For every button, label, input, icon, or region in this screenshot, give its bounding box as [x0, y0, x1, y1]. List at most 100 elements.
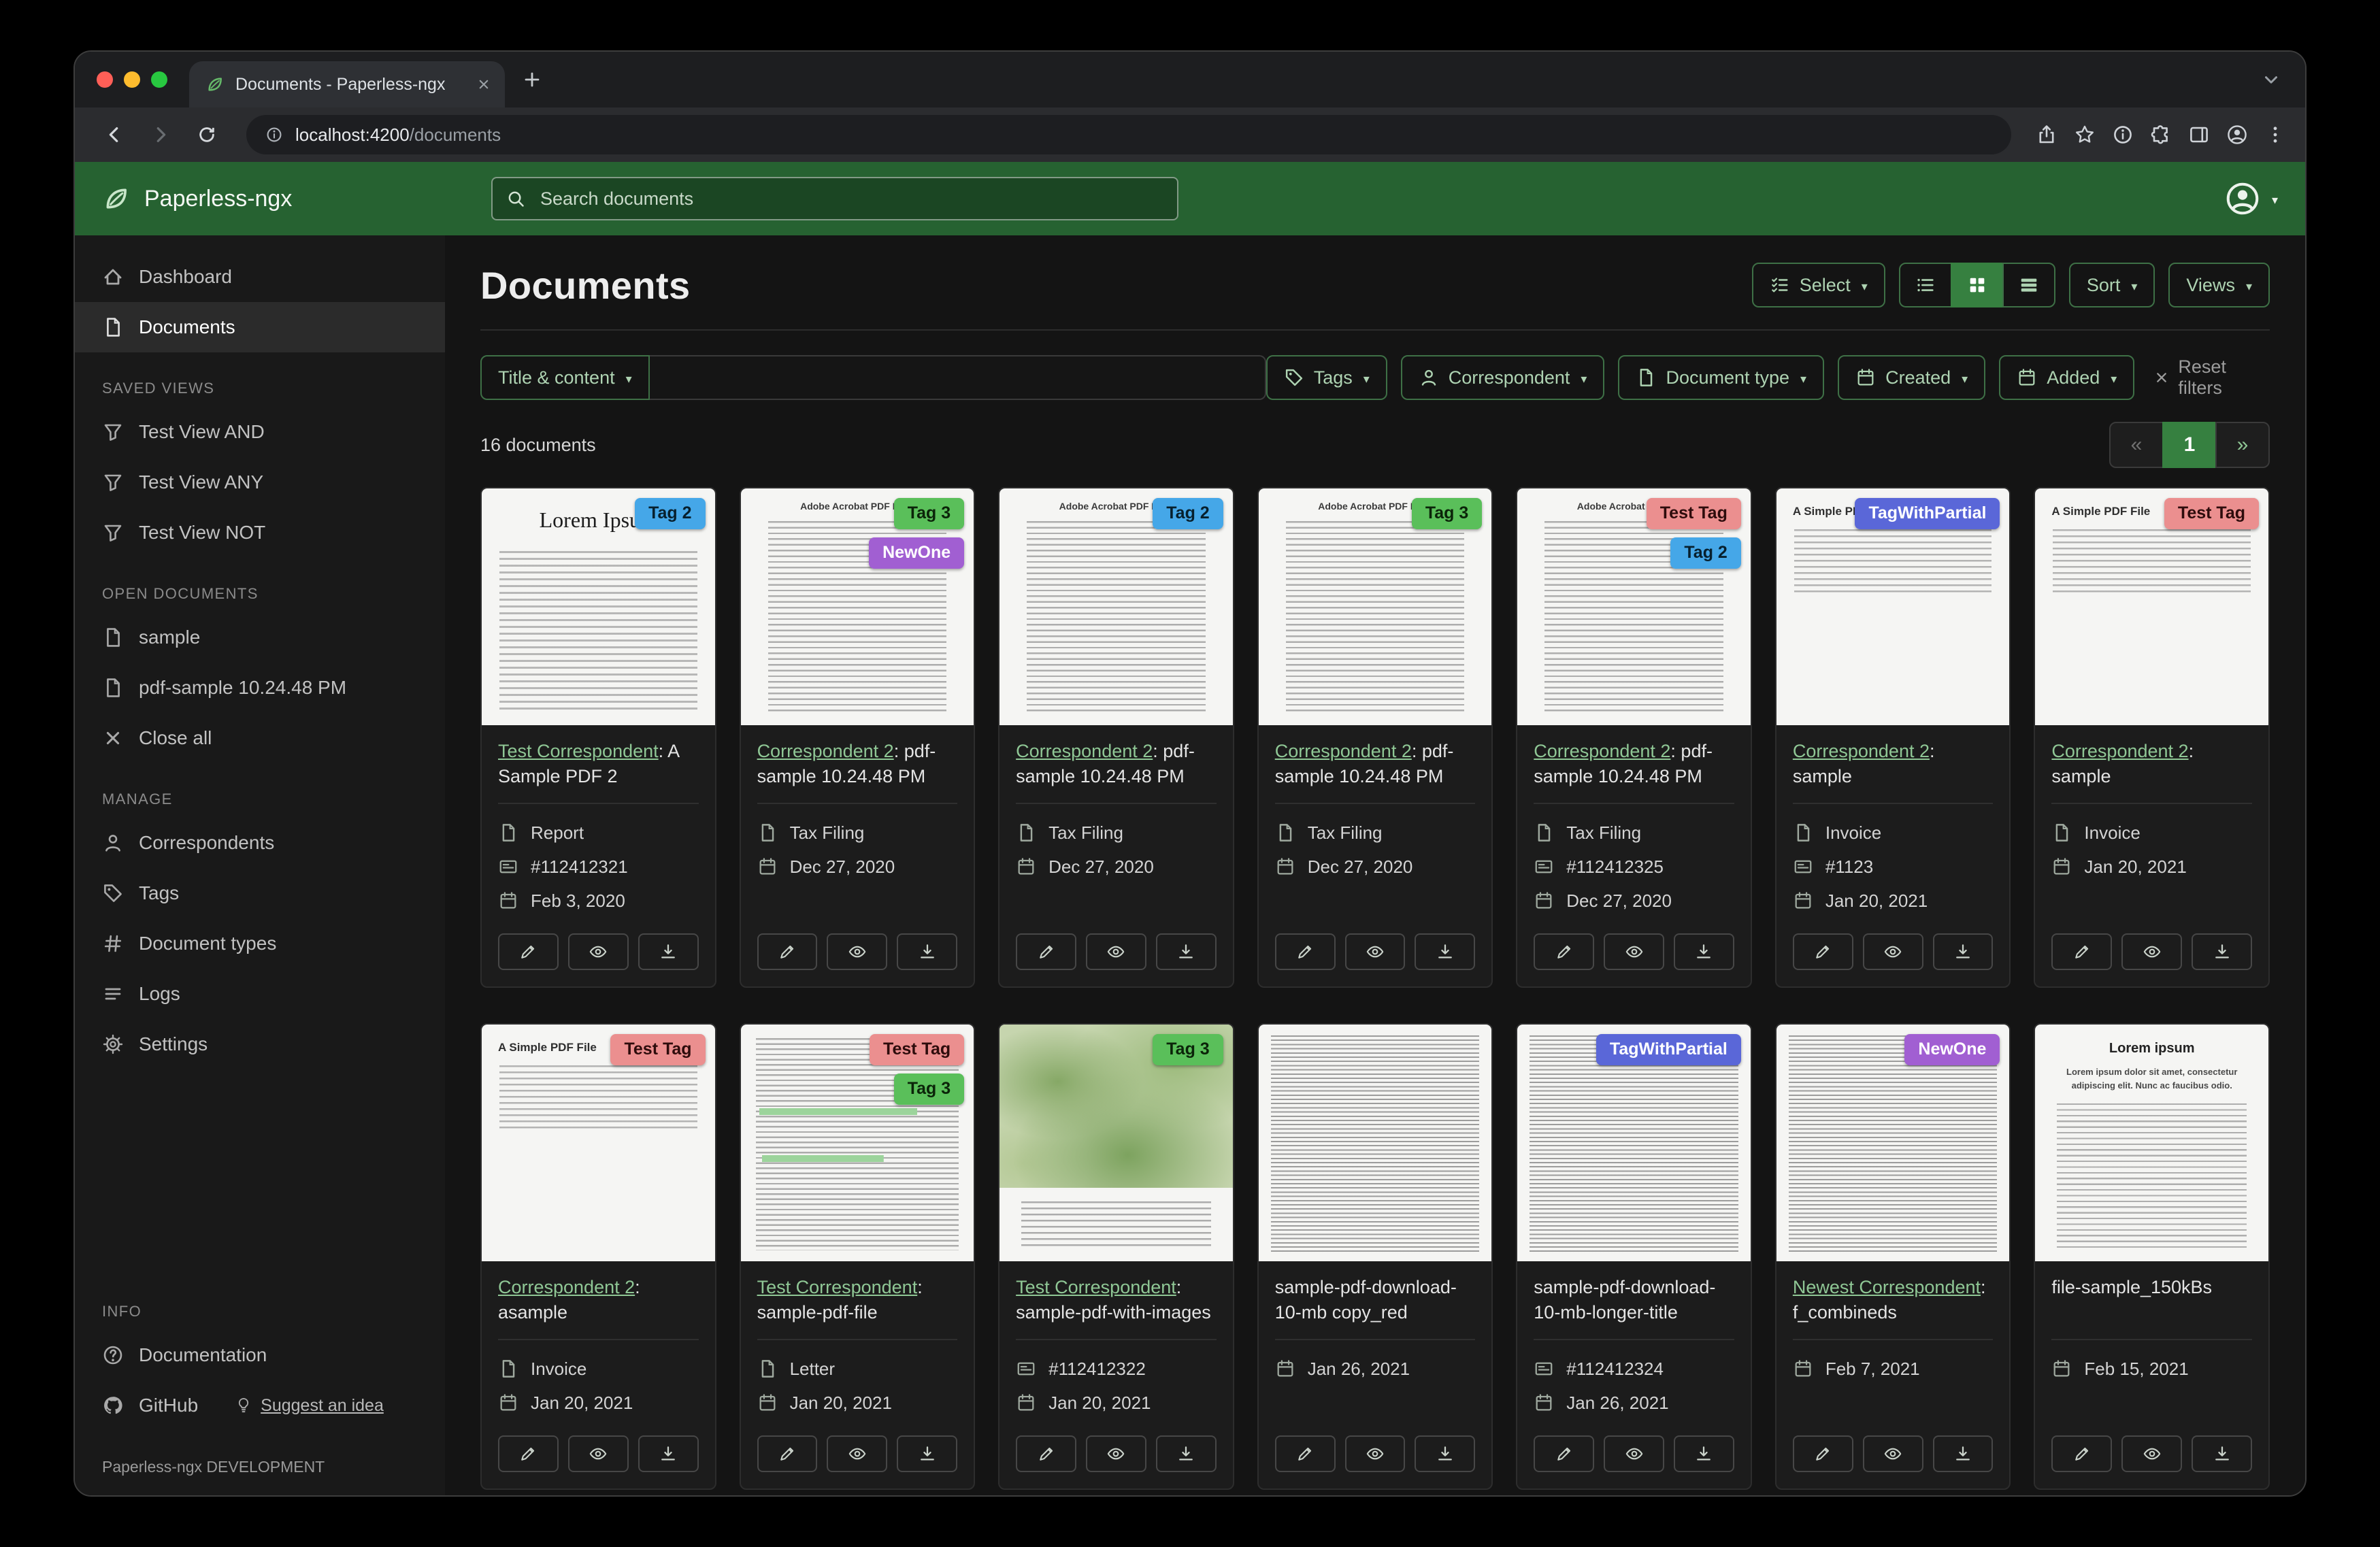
- edit-button[interactable]: [498, 1435, 559, 1472]
- select-button[interactable]: Select ▾: [1752, 263, 1885, 307]
- global-search-input[interactable]: [538, 187, 1163, 211]
- sidebar-item-document-types[interactable]: Document types: [75, 918, 445, 969]
- download-button[interactable]: [1933, 1435, 1994, 1472]
- preview-button[interactable]: [827, 933, 887, 970]
- correspondent-link[interactable]: Test Correspondent: [498, 741, 659, 761]
- views-button[interactable]: Views ▾: [2168, 263, 2270, 307]
- download-button[interactable]: [2192, 1435, 2252, 1472]
- menu-kebab-icon[interactable]: [2264, 124, 2286, 146]
- filter-field-button[interactable]: Title & content ▾: [480, 355, 650, 400]
- extensions-puzzle-icon[interactable]: [2150, 124, 2172, 146]
- preview-button[interactable]: [2121, 933, 2182, 970]
- tag-badge[interactable]: Tag 2: [1153, 498, 1223, 529]
- document-thumbnail[interactable]: Adobe Acrobat PDF FilesTag 3: [1259, 488, 1492, 725]
- sidebar-item-close-all[interactable]: Close all: [75, 713, 445, 763]
- download-button[interactable]: [897, 933, 957, 970]
- tab-close-button[interactable]: [476, 77, 491, 92]
- filter-created-button[interactable]: Created▾: [1838, 355, 1985, 400]
- sidebar-item-sample[interactable]: sample: [75, 612, 445, 663]
- pagination-next-button[interactable]: »: [2215, 422, 2270, 468]
- download-button[interactable]: [1156, 1435, 1217, 1472]
- document-thumbnail[interactable]: [1259, 1025, 1492, 1261]
- download-button[interactable]: [897, 1435, 957, 1472]
- filter-tags-button[interactable]: Tags▾: [1266, 355, 1387, 400]
- filter-added-button[interactable]: Added▾: [1999, 355, 2134, 400]
- bookmark-star-icon[interactable]: [2074, 124, 2096, 146]
- profile-avatar-icon[interactable]: [2226, 124, 2248, 146]
- edit-button[interactable]: [757, 933, 818, 970]
- correspondent-link[interactable]: Correspondent 2: [1016, 741, 1153, 761]
- reload-button[interactable]: [186, 114, 227, 155]
- download-button[interactable]: [1415, 933, 1475, 970]
- document-thumbnail[interactable]: Test Tag Tag 3: [741, 1025, 974, 1261]
- title-content-filter-input[interactable]: [650, 355, 1266, 400]
- document-thumbnail[interactable]: Adobe Acrobat PDF FilesTest TagTag 2: [1517, 488, 1751, 725]
- download-button[interactable]: [2192, 933, 2252, 970]
- edit-button[interactable]: [1016, 1435, 1076, 1472]
- preview-button[interactable]: [2121, 1435, 2182, 1472]
- edit-button[interactable]: [2051, 933, 2112, 970]
- app-brand[interactable]: Paperless-ngx: [75, 184, 445, 213]
- download-button[interactable]: [638, 933, 699, 970]
- tab-search-chevron-button[interactable]: [2253, 62, 2289, 97]
- document-thumbnail[interactable]: Lorem IpsumTag 2: [482, 488, 715, 725]
- tag-badge[interactable]: Test Tag: [870, 1034, 964, 1065]
- sidebar-item-github[interactable]: GitHubSuggest an idea: [75, 1380, 445, 1431]
- tag-badge[interactable]: Tag 3: [894, 498, 964, 529]
- preview-button[interactable]: [1604, 933, 1664, 970]
- tag-badge[interactable]: Tag 3: [1153, 1034, 1223, 1065]
- edit-button[interactable]: [1016, 933, 1076, 970]
- edit-button[interactable]: [1534, 1435, 1594, 1472]
- window-close-button[interactable]: [97, 71, 113, 88]
- detail-view-button[interactable]: [2002, 263, 2055, 307]
- filter-correspondent-button[interactable]: Correspondent▾: [1401, 355, 1605, 400]
- list-view-button[interactable]: [1899, 263, 1952, 307]
- share-icon[interactable]: [2036, 124, 2057, 146]
- preview-button[interactable]: [827, 1435, 887, 1472]
- sidebar-item-pdf-sample-10-24-48-pm[interactable]: pdf-sample 10.24.48 PM: [75, 663, 445, 713]
- download-button[interactable]: [1674, 1435, 1734, 1472]
- tag-badge[interactable]: Tag 3: [894, 1074, 964, 1105]
- sidebar-item-logs[interactable]: Logs: [75, 969, 445, 1019]
- new-tab-button[interactable]: [513, 61, 551, 99]
- tag-badge[interactable]: TagWithPartial: [1596, 1034, 1741, 1065]
- preview-button[interactable]: [1345, 1435, 1406, 1472]
- document-thumbnail[interactable]: A Simple PDF FileTest Tag: [2035, 488, 2268, 725]
- edit-button[interactable]: [1793, 933, 1853, 970]
- user-menu-button[interactable]: ▾: [2224, 180, 2305, 217]
- correspondent-link[interactable]: Correspondent 2: [2051, 741, 2188, 761]
- edit-button[interactable]: [1275, 1435, 1336, 1472]
- document-thumbnail[interactable]: Tag 3: [999, 1025, 1233, 1261]
- side-panel-icon[interactable]: [2188, 124, 2210, 146]
- tag-badge[interactable]: TagWithPartial: [1855, 498, 2000, 529]
- sidebar-item-test-view-any[interactable]: Test View ANY: [75, 457, 445, 508]
- sidebar-item-documents[interactable]: Documents: [75, 302, 445, 352]
- download-button[interactable]: [1933, 933, 1994, 970]
- back-button[interactable]: [94, 114, 135, 155]
- correspondent-link[interactable]: Newest Correspondent: [1793, 1277, 1981, 1297]
- page-info-icon[interactable]: [265, 126, 283, 144]
- window-minimize-button[interactable]: [124, 71, 140, 88]
- url-bar[interactable]: localhost:4200/documents: [246, 115, 2011, 154]
- edit-button[interactable]: [1534, 933, 1594, 970]
- correspondent-link[interactable]: Test Correspondent: [1016, 1277, 1176, 1297]
- preview-button[interactable]: [1863, 933, 1923, 970]
- edit-button[interactable]: [757, 1435, 818, 1472]
- forward-button[interactable]: [140, 114, 181, 155]
- tag-badge[interactable]: Test Tag: [1647, 498, 1741, 529]
- preview-button[interactable]: [1863, 1435, 1923, 1472]
- preview-button[interactable]: [568, 1435, 629, 1472]
- correspondent-link[interactable]: Correspondent 2: [1275, 741, 1412, 761]
- sidebar-item-correspondents[interactable]: Correspondents: [75, 818, 445, 868]
- reset-filters-button[interactable]: Reset filters: [2153, 356, 2270, 399]
- edit-button[interactable]: [1793, 1435, 1853, 1472]
- edit-button[interactable]: [498, 933, 559, 970]
- document-thumbnail[interactable]: A Simple PDF FileTest Tag: [482, 1025, 715, 1261]
- correspondent-link[interactable]: Correspondent 2: [1793, 741, 1930, 761]
- download-button[interactable]: [1156, 933, 1217, 970]
- tag-badge[interactable]: NewOne: [1904, 1034, 2000, 1065]
- sidebar-item-tags[interactable]: Tags: [75, 868, 445, 918]
- window-zoom-button[interactable]: [151, 71, 167, 88]
- filter-document-type-button[interactable]: Document type▾: [1618, 355, 1824, 400]
- preview-button[interactable]: [1604, 1435, 1664, 1472]
